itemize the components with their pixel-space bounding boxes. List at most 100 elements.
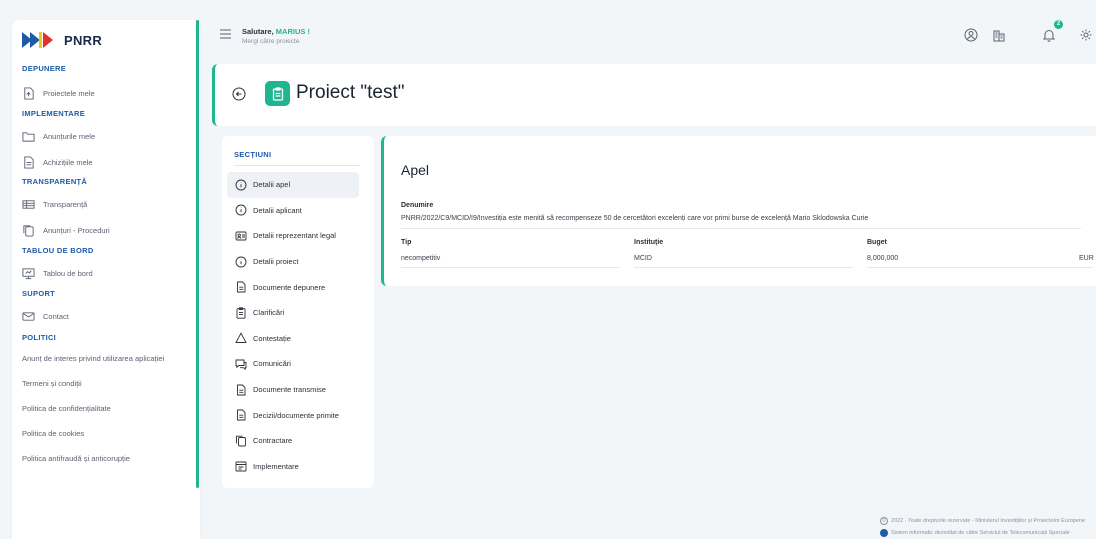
section-documente-depunere[interactable]: Documente depunere xyxy=(227,274,359,300)
calendar-icon xyxy=(235,461,247,472)
section-contestatie[interactable]: Contestație xyxy=(227,326,359,352)
section-label: Documente transmise xyxy=(253,385,326,395)
sidebar-item-achizitiile-mele[interactable]: Achizițiile mele xyxy=(22,149,190,175)
copy-icon xyxy=(23,224,34,237)
buildings-icon[interactable] xyxy=(992,28,1006,42)
buget-underline xyxy=(867,267,1093,268)
user-name: MARIUS ! xyxy=(275,27,310,36)
warning-icon xyxy=(235,332,247,344)
document-icon xyxy=(237,409,246,421)
nav-heading-politici: POLITICI xyxy=(22,333,57,342)
greeting: Salutare, MARIUS ! xyxy=(242,27,310,36)
projects-link[interactable]: Mergi către proiecte xyxy=(242,38,299,45)
nav-heading-implementare: IMPLEMENTARE xyxy=(22,109,86,118)
sidebar-nav: DEPUNERE Proiectele mele IMPLEMENTARE An… xyxy=(22,64,190,471)
sidebar-item-tablou-de-bord[interactable]: Tablou de bord xyxy=(22,260,190,286)
apel-title: Apel xyxy=(401,162,430,178)
section-implementare[interactable]: Implementare xyxy=(227,454,359,480)
chat-icon xyxy=(235,359,247,370)
sidebar-item-proiectele-mele[interactable]: Proiectele mele xyxy=(22,80,190,106)
sidebar-link-confidentialitate[interactable]: Politica de confidențialitate xyxy=(22,396,190,421)
copy-icon xyxy=(236,435,246,447)
tip-value: necompetitiv xyxy=(401,255,441,262)
mail-icon xyxy=(22,311,35,321)
section-label: Comunicări xyxy=(253,359,291,369)
buget-value: 8,000,000 xyxy=(867,255,899,262)
footer-copyright: © 2022 · Toate drepturile rezervate - Mi… xyxy=(880,517,1085,525)
sidebar-item-label: Proiectele mele xyxy=(43,88,95,98)
sidebar-accent-bar xyxy=(196,20,199,488)
sidebar-link-cookies[interactable]: Politica de cookies xyxy=(22,421,190,446)
document-upload-icon xyxy=(24,86,34,100)
nav-heading-depunere: DEPUNERE xyxy=(22,64,67,73)
tip-label: Tip xyxy=(401,239,412,246)
section-label: Detalii apel xyxy=(253,180,291,190)
footer-credits: Sistem informatic dezvoltat de către Ser… xyxy=(880,529,1070,537)
sidebar-item-label: Transparență xyxy=(43,199,88,209)
table-icon xyxy=(22,199,35,209)
sections-list: Detalii apel Detalii aplicant Detalii re… xyxy=(227,172,359,479)
document-icon xyxy=(237,281,246,293)
info-icon xyxy=(235,204,247,216)
clipboard-icon xyxy=(236,307,246,319)
bell-icon[interactable] xyxy=(1042,28,1056,42)
section-detalii-apel[interactable]: Detalii apel xyxy=(227,172,359,198)
institutie-underline xyxy=(634,267,853,268)
notification-badge: 2 xyxy=(1054,20,1063,29)
page-header: Proiect "test" xyxy=(212,64,1096,126)
section-comunicari[interactable]: Comunicări xyxy=(227,351,359,377)
nav-heading-tablou: TABLOU DE BORD xyxy=(22,246,94,255)
folder-icon xyxy=(22,131,35,142)
info-icon xyxy=(235,256,247,268)
footer-line2: Sistem informatic dezvoltat de către Ser… xyxy=(891,530,1070,536)
sidebar-link-anunt-interes[interactable]: Anunț de interes privind utilizarea apli… xyxy=(22,346,190,371)
institutie-value: MCID xyxy=(634,255,652,262)
sidebar-link-antifrauda[interactable]: Politica antifraudă și anticorupție xyxy=(22,446,190,471)
tip-underline xyxy=(401,267,620,268)
section-label: Contractare xyxy=(253,436,293,446)
clipboard-icon xyxy=(265,81,290,106)
section-decizii-documente[interactable]: Decizii/documente primite xyxy=(227,402,359,428)
section-contractare[interactable]: Contractare xyxy=(227,428,359,454)
section-documente-transmise[interactable]: Documente transmise xyxy=(227,377,359,403)
footer-line1: 2022 · Toate drepturile rezervate - Mini… xyxy=(891,518,1086,524)
copyright-icon: © xyxy=(880,517,888,525)
logo-text: PNRR xyxy=(64,32,103,48)
pnrr-logo-icon xyxy=(22,32,53,48)
sidebar-item-label: Contact xyxy=(43,311,69,321)
section-label: Decizii/documente primite xyxy=(253,410,339,420)
divider xyxy=(234,165,360,166)
section-label: Implementare xyxy=(253,461,299,471)
section-label: Detalii reprezentant legal xyxy=(253,231,336,241)
page-title: Proiect "test" xyxy=(296,82,405,103)
section-detalii-reprezentant[interactable]: Detalii reprezentant legal xyxy=(227,223,359,249)
document-icon xyxy=(237,384,246,395)
menu-icon[interactable] xyxy=(220,29,231,39)
institutie-label: Instituție xyxy=(634,239,664,246)
nav-heading-suport: SUPORT xyxy=(22,289,56,298)
sidebar-item-anunturi-proceduri[interactable]: Anunțuri - Proceduri xyxy=(22,217,190,243)
sidebar-link-termeni[interactable]: Termeni și condiții xyxy=(22,371,190,396)
sidebar-item-contact[interactable]: Contact xyxy=(22,303,190,329)
section-detalii-proiect[interactable]: Detalii proiect xyxy=(227,249,359,275)
denumire-label: Denumire xyxy=(401,202,434,209)
dashboard-icon xyxy=(22,267,35,279)
section-label: Detalii aplicant xyxy=(253,205,302,215)
sections-heading: SECȚIUNI xyxy=(234,150,272,159)
buget-label: Buget xyxy=(867,239,887,246)
sidebar-item-anunturile-mele[interactable]: Anunțurile mele xyxy=(22,123,190,149)
sidebar-item-transparenta[interactable]: Transparență xyxy=(22,191,190,217)
document-icon xyxy=(24,155,34,169)
section-clarificari[interactable]: Clarificări xyxy=(227,300,359,326)
sidebar-item-label: Anunțurile mele xyxy=(43,131,96,141)
section-detalii-aplicant[interactable]: Detalii aplicant xyxy=(227,198,359,224)
denumire-underline xyxy=(401,228,1081,229)
section-label: Contestație xyxy=(253,333,291,343)
currency-label: EUR xyxy=(1079,255,1094,262)
gear-icon[interactable] xyxy=(1079,28,1093,42)
app-logo[interactable]: PNRR xyxy=(22,30,102,50)
back-arrow-icon[interactable] xyxy=(232,87,246,101)
sidebar-item-label: Anunțuri - Proceduri xyxy=(43,225,110,235)
greeting-text: Salutare, xyxy=(242,27,274,36)
user-profile-icon[interactable] xyxy=(964,28,978,42)
